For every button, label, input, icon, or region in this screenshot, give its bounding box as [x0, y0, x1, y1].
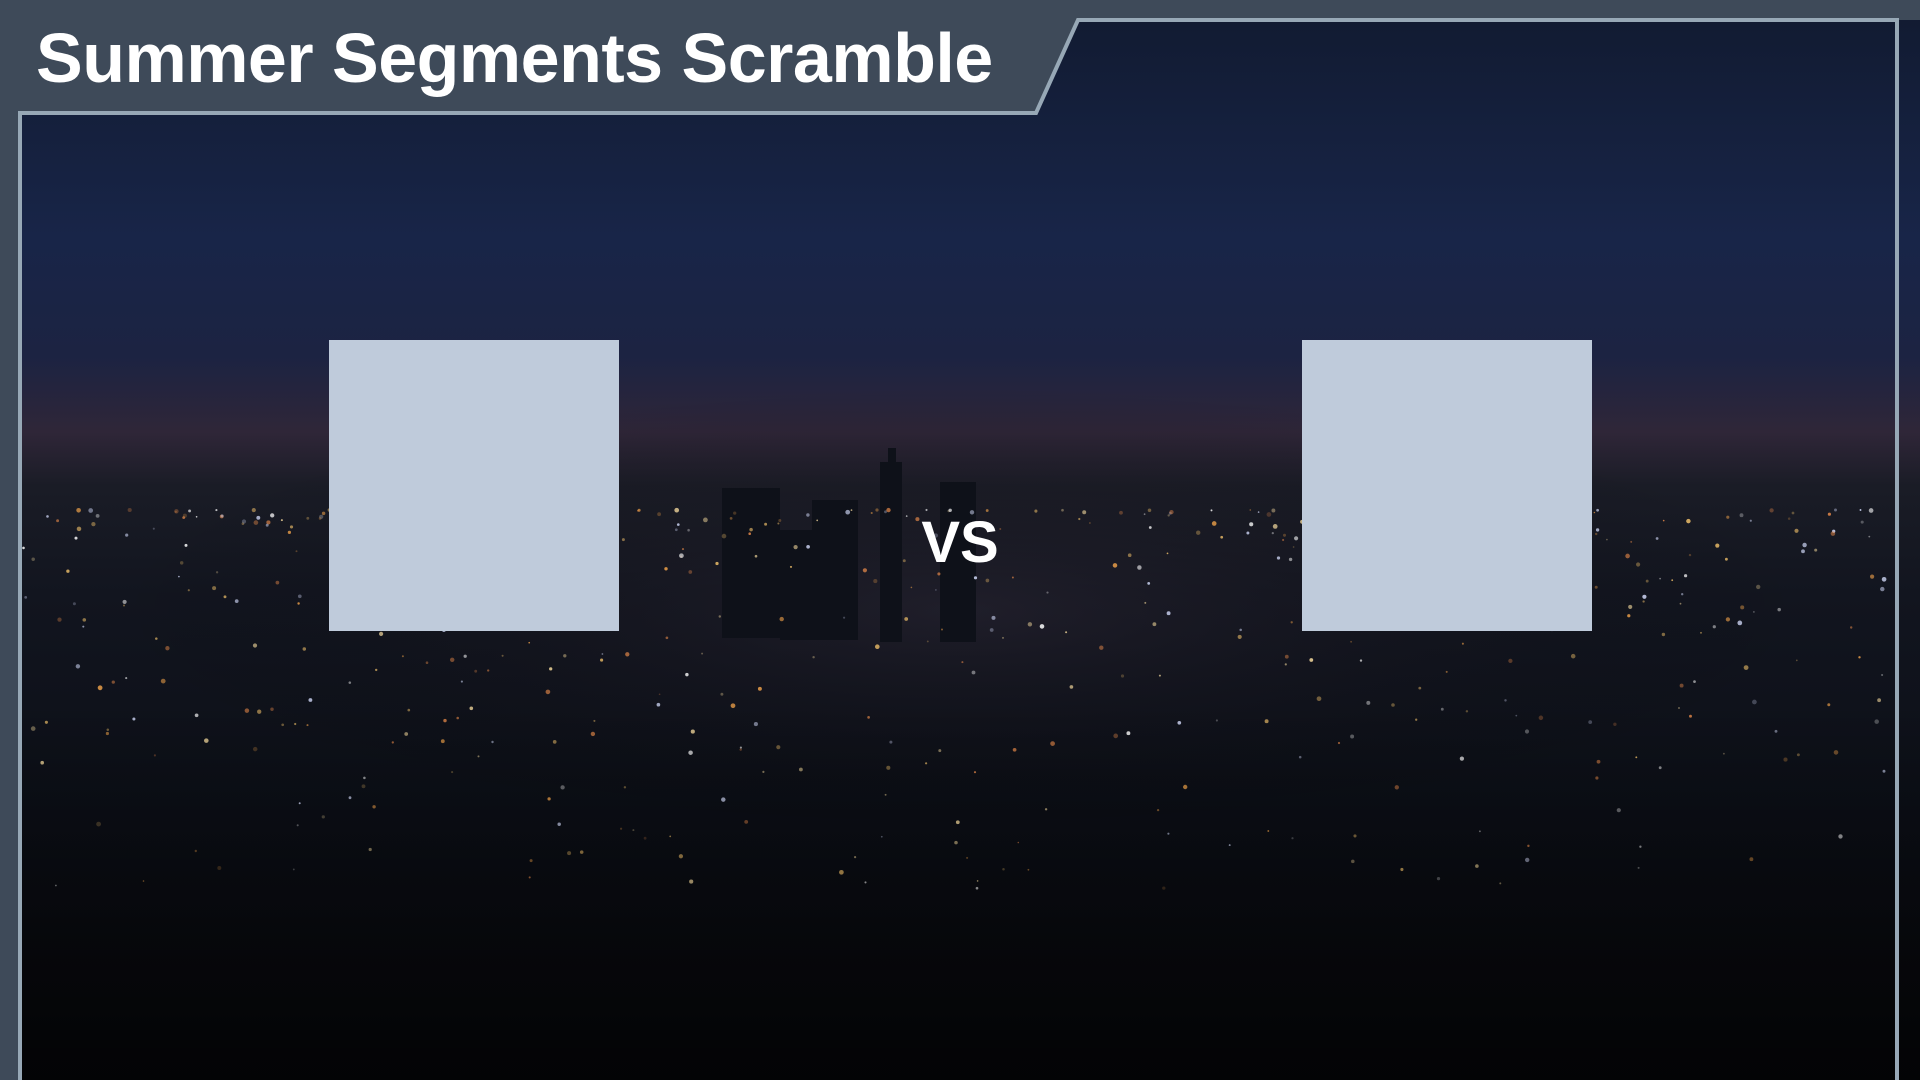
page-title: Summer Segments Scramble — [36, 19, 993, 97]
competitor-slot-right[interactable] — [1302, 340, 1592, 631]
bracket-screen: Summer Segments Scramble VS — [0, 0, 1920, 1080]
competitor-slot-left[interactable] — [329, 340, 619, 631]
versus-label: VS — [921, 510, 999, 575]
